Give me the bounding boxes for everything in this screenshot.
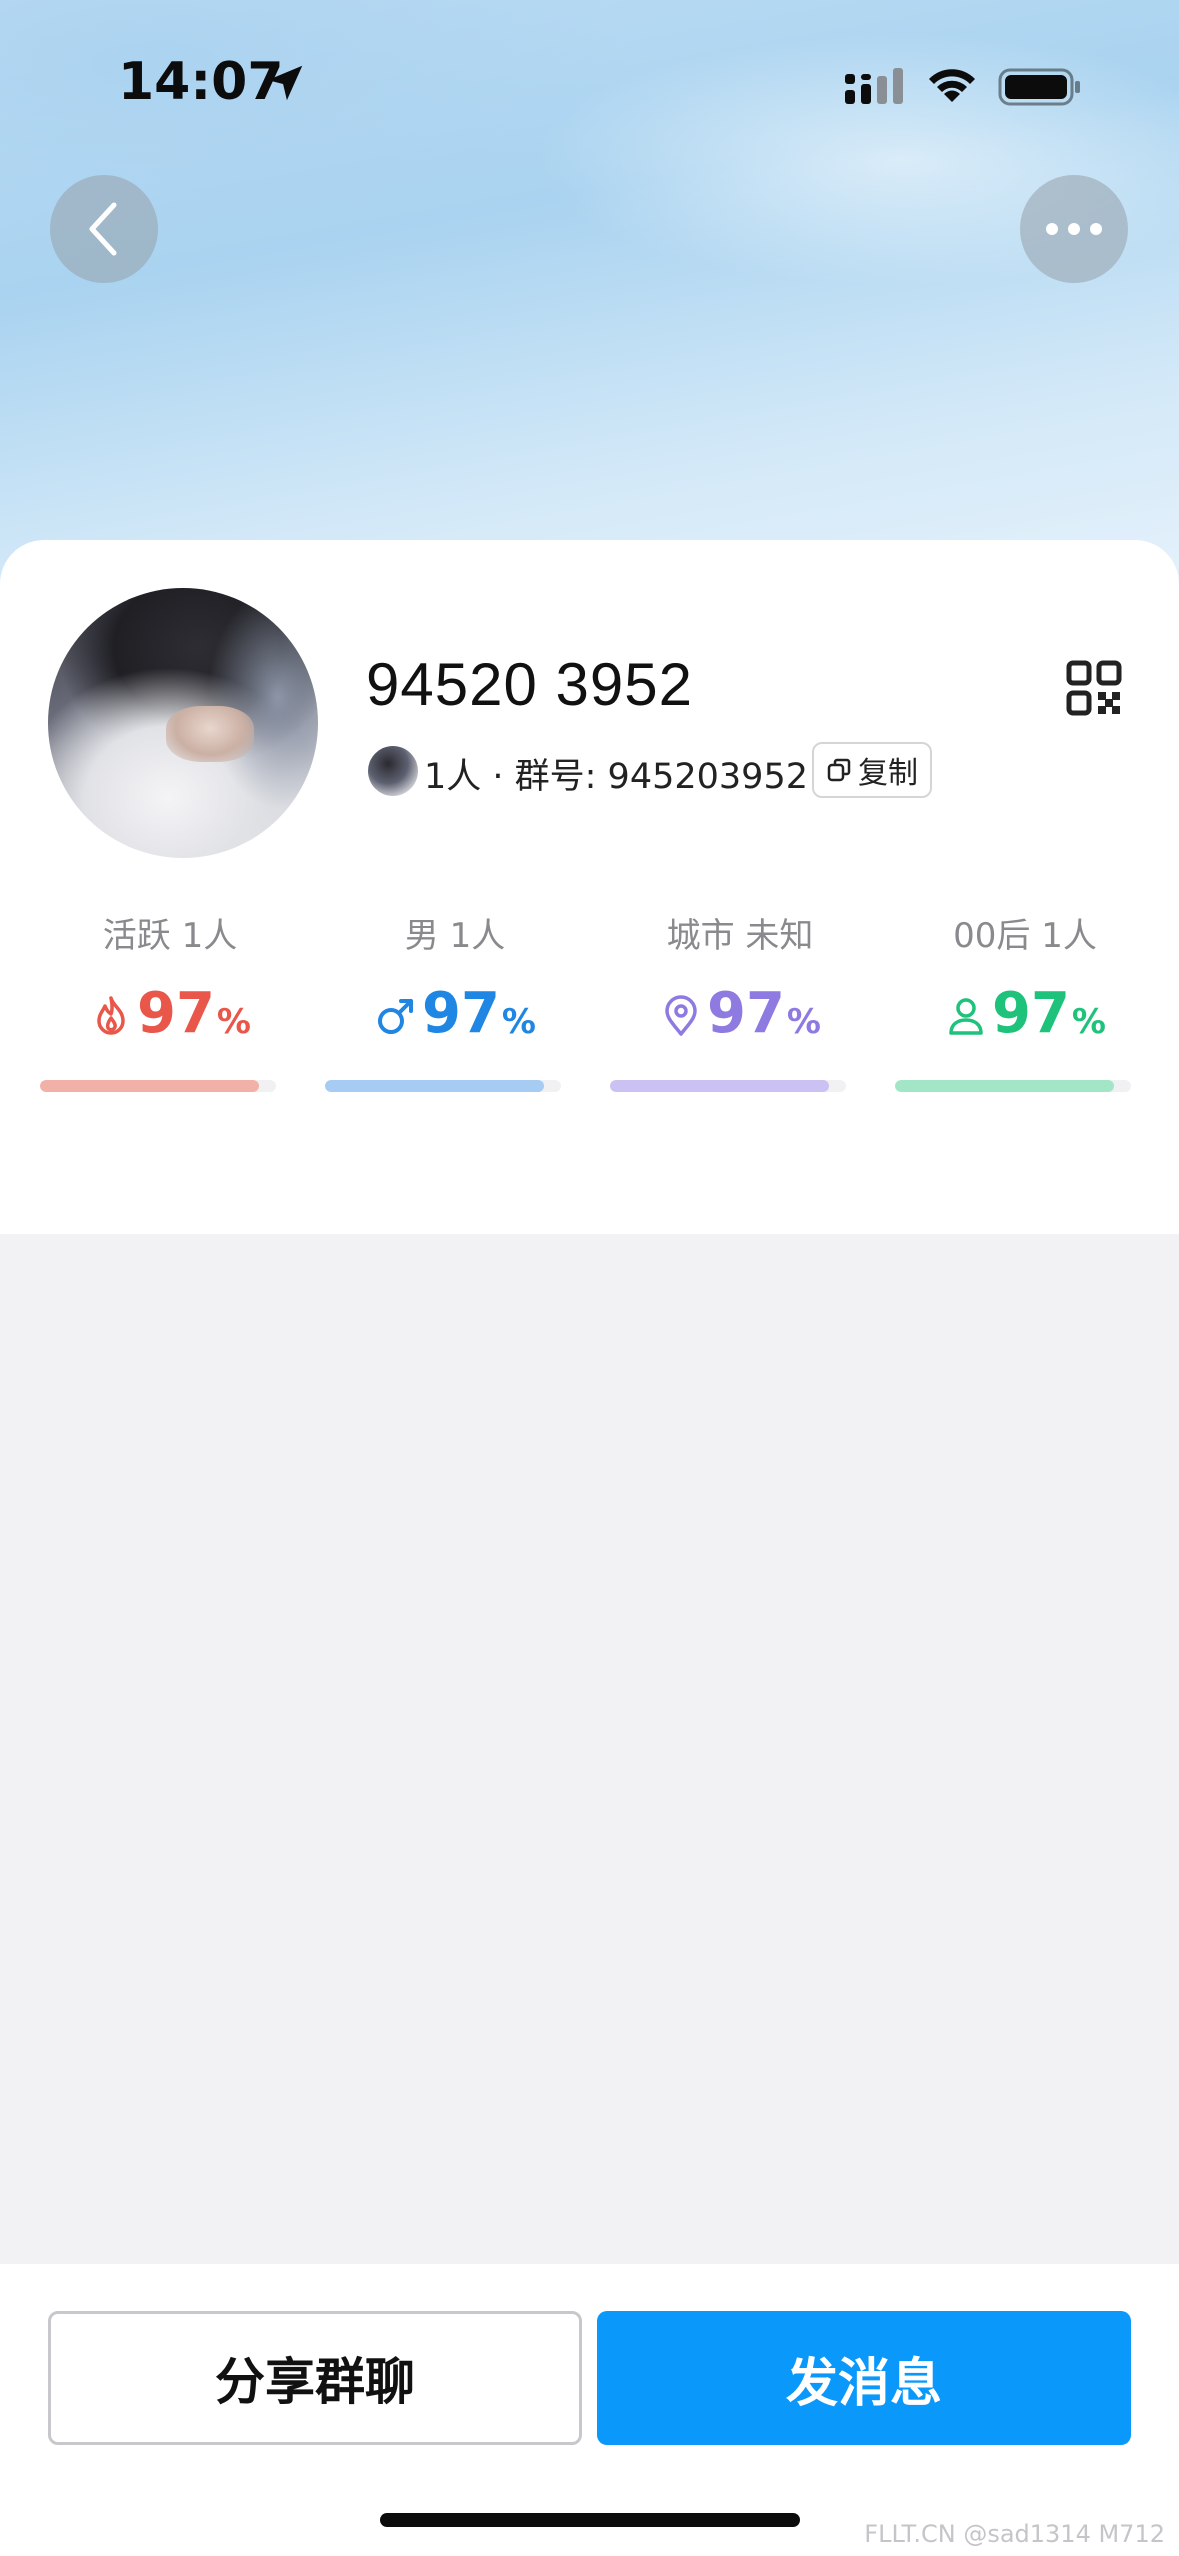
copy-group-id-button[interactable]: 复制 [812, 742, 932, 798]
back-button[interactable] [50, 175, 158, 283]
member-avatar [368, 746, 418, 796]
stat-label: 男 1人 [404, 916, 506, 956]
stat-number: 97 [136, 981, 215, 1046]
group-profile-screen: 14:07 94520 3952 1人 · 群号: 945203952 复制 活… [0, 0, 1179, 2556]
stat-progress-bar [895, 1080, 1131, 1092]
group-name: 94520 3952 [366, 651, 693, 718]
members-count-and-group-id: 1人 · 群号: 945203952 [424, 757, 808, 797]
location-pin-icon [665, 995, 697, 1036]
stat-number: 97 [706, 981, 785, 1046]
stat-unit: % [216, 1002, 251, 1042]
more-button[interactable] [1020, 175, 1128, 283]
stat-unit: % [786, 1002, 821, 1042]
qr-code-icon[interactable] [1066, 660, 1122, 716]
stat-unit: % [501, 1002, 536, 1042]
stat-label: 00后 1人 [953, 916, 1097, 956]
watermark: FLLT.CN @sad1314 M712 [864, 2520, 1165, 2548]
stat-value: 97 % [40, 986, 300, 1042]
stat-value: 97 % [325, 986, 585, 1042]
stat-progress-bar [325, 1080, 561, 1092]
home-indicator[interactable] [380, 2513, 800, 2527]
battery-icon [998, 68, 1080, 106]
stat-value: 97 % [895, 986, 1155, 1042]
stat-label: 活跃 1人 [102, 916, 238, 956]
flame-icon [97, 996, 125, 1035]
location-arrow-icon [267, 65, 303, 101]
send-message-button[interactable]: 发消息 [597, 2311, 1131, 2445]
male-icon [377, 999, 413, 1034]
stat-number: 97 [421, 981, 500, 1046]
share-group-button[interactable]: 分享群聊 [48, 2311, 582, 2445]
stat-unit: % [1071, 1002, 1106, 1042]
stat-number: 97 [991, 981, 1070, 1046]
stat-progress-bar [610, 1080, 846, 1092]
person-icon [949, 998, 983, 1035]
stat-value: 97 % [610, 986, 870, 1042]
group-avatar[interactable] [48, 588, 318, 858]
stat-progress-bar [40, 1080, 276, 1092]
copy-icon [827, 758, 851, 782]
copy-label: 复制 [858, 756, 918, 791]
cellular-signal-icon [845, 68, 903, 104]
status-time: 14:07 [118, 52, 284, 112]
stat-label: 城市 未知 [666, 916, 814, 956]
ellipsis-icon [1046, 223, 1102, 235]
chevron-left-icon [89, 202, 117, 256]
wifi-icon [929, 69, 975, 102]
